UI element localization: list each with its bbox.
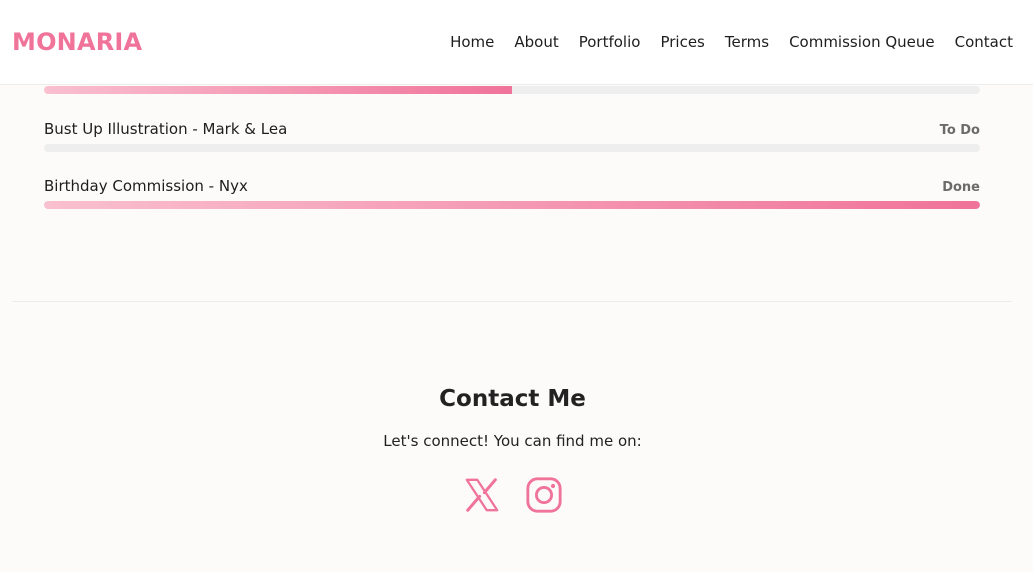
queue-item-header: Bust Up Illustration - Mark & Lea To Do bbox=[44, 120, 980, 138]
social-links bbox=[0, 476, 1025, 514]
progress-fill bbox=[44, 201, 980, 209]
instagram-icon[interactable] bbox=[525, 476, 563, 514]
nav-prices[interactable]: Prices bbox=[660, 33, 704, 51]
contact-subtitle: Let's connect! You can find me on: bbox=[383, 432, 642, 450]
progress-track bbox=[44, 201, 980, 209]
contact-title: Contact Me bbox=[439, 386, 586, 412]
queue-item-header: Birthday Commission - Nyx Done bbox=[44, 177, 980, 195]
x-twitter-icon[interactable] bbox=[463, 476, 501, 514]
navbar: MONARIA Home About Portfolio Prices Term… bbox=[0, 0, 1033, 85]
queue-item-partial bbox=[44, 86, 980, 94]
nav-home[interactable]: Home bbox=[450, 33, 494, 51]
nav-commission-queue[interactable]: Commission Queue bbox=[789, 33, 935, 51]
queue-item: Birthday Commission - Nyx Done bbox=[44, 177, 980, 209]
nav-portfolio[interactable]: Portfolio bbox=[579, 33, 641, 51]
status-badge: To Do bbox=[939, 123, 980, 138]
nav-terms[interactable]: Terms bbox=[725, 33, 769, 51]
contact-section: Contact Me Let's connect! You can find m… bbox=[0, 386, 1025, 514]
nav-links: Home About Portfolio Prices Terms Commis… bbox=[430, 33, 1013, 51]
progress-track bbox=[44, 86, 980, 94]
queue-item-title: Bust Up Illustration - Mark & Lea bbox=[44, 120, 288, 138]
section-divider bbox=[12, 301, 1012, 302]
queue-item: Bust Up Illustration - Mark & Lea To Do bbox=[44, 120, 980, 152]
brand-logo[interactable]: MONARIA bbox=[12, 28, 142, 56]
status-badge: Done bbox=[942, 180, 980, 195]
progress-track bbox=[44, 144, 980, 152]
progress-fill bbox=[44, 86, 512, 94]
queue-item-title: Birthday Commission - Nyx bbox=[44, 177, 248, 195]
nav-contact[interactable]: Contact bbox=[955, 33, 1013, 51]
nav-about[interactable]: About bbox=[514, 33, 558, 51]
